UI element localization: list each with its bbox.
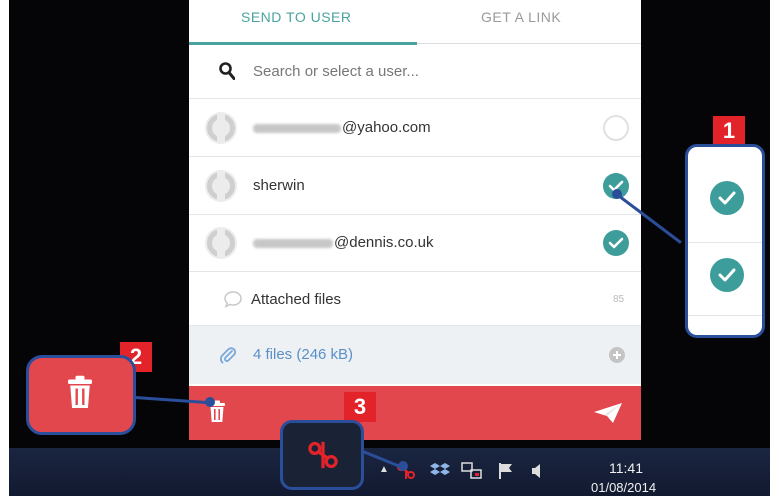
search-row <box>189 44 641 99</box>
clock-time[interactable]: 11:41 <box>609 460 643 476</box>
user-row[interactable]: @dennis.co.uk <box>189 214 641 272</box>
callout-pointer-dot <box>398 461 408 471</box>
paperclip-icon <box>219 347 237 364</box>
tab-send-to-user[interactable]: SEND TO USER <box>241 9 352 25</box>
send-icon[interactable] <box>593 402 623 424</box>
volume-icon[interactable] <box>530 462 544 480</box>
character-count: 85 <box>613 294 625 305</box>
attached-files-label: Attached files <box>251 291 342 308</box>
screenshot-frame: SEND TO USER GET A LINK @yahoo.com sherw… <box>9 0 770 496</box>
share-panel: SEND TO USER GET A LINK @yahoo.com sherw… <box>189 0 641 440</box>
windows-taskbar: ▲ 11:41 01/08/2014 <box>9 448 770 496</box>
clock-date[interactable]: 01/08/2014 <box>591 480 656 495</box>
avatar-icon <box>205 112 237 144</box>
tab-bar: SEND TO USER GET A LINK <box>189 0 641 45</box>
user-name: sherwin <box>253 177 305 194</box>
search-icon <box>219 62 235 80</box>
callout-number: 1 <box>713 116 745 146</box>
check-icon[interactable] <box>603 230 629 256</box>
app-tray-icon <box>308 441 338 469</box>
files-row[interactable]: 4 files (246 kB) <box>189 326 641 384</box>
add-icon[interactable] <box>609 347 625 363</box>
user-email: @yahoo.com <box>253 119 431 136</box>
trash-icon <box>68 375 92 408</box>
action-bar <box>189 386 641 440</box>
unchecked-icon[interactable] <box>603 115 629 141</box>
user-row[interactable]: sherwin <box>189 157 641 215</box>
callout-number: 3 <box>344 392 376 422</box>
flag-icon[interactable] <box>497 461 515 481</box>
callout-pointer-dot <box>205 397 215 407</box>
chat-bubble-icon <box>224 291 242 308</box>
tab-get-a-link[interactable]: GET A LINK <box>481 9 561 25</box>
callout-zoom-box <box>280 420 364 490</box>
avatar-icon <box>205 170 237 202</box>
user-row[interactable]: @yahoo.com <box>189 99 641 157</box>
network-icon[interactable] <box>461 461 483 481</box>
tray-expand-icon[interactable]: ▲ <box>379 464 389 475</box>
files-summary[interactable]: 4 files (246 kB) <box>253 346 353 363</box>
callout-zoom-box <box>685 144 765 338</box>
search-input[interactable] <box>253 60 593 82</box>
dropbox-icon[interactable] <box>430 461 450 481</box>
avatar-icon <box>205 227 237 259</box>
user-email: @dennis.co.uk <box>253 234 433 251</box>
attached-files-row[interactable]: Attached files 85 <box>189 272 641 326</box>
check-icon <box>710 258 744 292</box>
check-icon <box>710 181 744 215</box>
callout-zoom-box <box>26 355 136 435</box>
